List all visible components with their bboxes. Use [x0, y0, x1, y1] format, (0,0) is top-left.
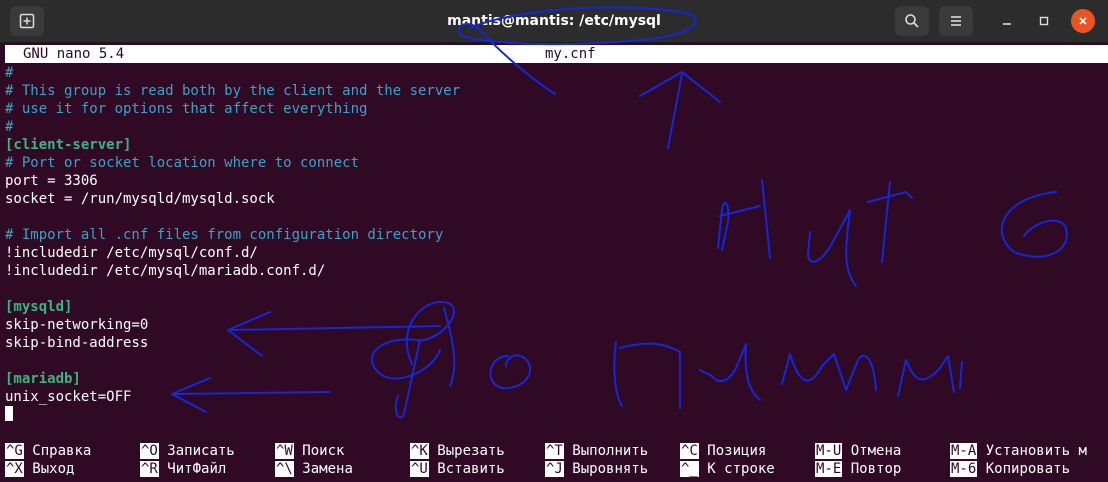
terminal-window: mantis@mantis: /etc/mysql GNU nano 5.4 m…: [0, 0, 1108, 482]
editor-line: skip-networking=0: [5, 317, 149, 333]
maximize-button[interactable]: [1031, 8, 1057, 34]
shortcut-key: ^O: [140, 443, 159, 459]
editor-line: #: [5, 65, 14, 81]
new-tab-button[interactable]: [10, 6, 44, 36]
editor-line: # use it for options that affect everyth…: [5, 101, 368, 117]
shortcut-label: Справка: [32, 443, 92, 459]
shortcut-key: ^R: [140, 461, 159, 477]
editor-text-area[interactable]: # # This group is read both by the client…: [5, 64, 1105, 424]
cursor-line: [5, 406, 1105, 424]
search-icon: [905, 14, 919, 28]
shortcut-label: Повтор: [850, 461, 902, 477]
shortcut-item[interactable]: ^\ Замена: [275, 460, 353, 478]
search-button[interactable]: [895, 6, 929, 36]
shortcut-key: M-A: [950, 443, 978, 459]
shortcut-key: ^U: [410, 461, 429, 477]
shortcut-key: ^J: [545, 461, 564, 477]
shortcut-key: ^K: [410, 443, 429, 459]
shortcut-item[interactable]: ^R ЧитФайл: [140, 460, 226, 478]
editor-line: # This group is read both by the client …: [5, 83, 461, 99]
shortcut-label: Установить м: [985, 443, 1087, 459]
editor-line: # Port or socket location where to conne…: [5, 155, 360, 171]
shortcut-key: ^G: [5, 443, 24, 459]
shortcut-item[interactable]: ^J Выровнять: [545, 460, 648, 478]
shortcut-item[interactable]: ^O Записать: [140, 442, 235, 460]
shortcut-label: Вставить: [437, 461, 505, 477]
shortcut-label: К строке: [707, 461, 775, 477]
shortcut-label: Вырезать: [437, 443, 505, 459]
shortcut-label: Копировать: [985, 461, 1071, 477]
editor-line: [client-server]: [5, 137, 132, 153]
close-button[interactable]: [1071, 9, 1095, 33]
shortcut-item[interactable]: M-E Повтор: [815, 460, 901, 478]
shortcut-key: M-U: [815, 443, 843, 459]
nano-version: GNU nano 5.4: [23, 46, 125, 62]
editor-line: [mariadb]: [5, 371, 81, 387]
shortcut-key: ^X: [5, 461, 24, 477]
shortcut-key: M-6: [950, 461, 978, 477]
shortcut-item[interactable]: ^G Справка: [5, 442, 91, 460]
nano-header-bar: GNU nano 5.4 my.cnf: [5, 45, 1108, 63]
shortcut-key: M-E: [815, 461, 843, 477]
shortcut-key: ^T: [545, 443, 564, 459]
shortcut-item[interactable]: ^C Позиция: [680, 442, 766, 460]
shortcut-item[interactable]: ^_ К строке: [680, 460, 775, 478]
editor-line: [mysqld]: [5, 299, 73, 315]
editor-line: !includedir /etc/mysql/conf.d/: [5, 245, 258, 261]
shortcut-item[interactable]: M-6 Копировать: [950, 460, 1070, 478]
text-cursor: [5, 406, 13, 421]
maximize-icon: [1039, 16, 1049, 26]
window-title: mantis@mantis: /etc/mysql: [447, 13, 661, 29]
shortcut-key: ^C: [680, 443, 699, 459]
shortcut-label: Замена: [302, 461, 353, 477]
minimize-button[interactable]: [994, 8, 1020, 34]
shortcut-label: Выход: [32, 461, 75, 477]
shortcut-label: Выполнить: [572, 443, 649, 459]
shortcut-bar: ^G Справка ^O Записать ^W Поиск ^K Вырезать…: [5, 442, 1108, 478]
editor-line: skip-bind-address: [5, 335, 149, 351]
menu-button[interactable]: [939, 6, 973, 36]
shortcut-item[interactable]: ^X Выход: [5, 460, 74, 478]
shortcut-item[interactable]: M-A Установить м: [950, 442, 1087, 460]
editor-line: port = 3306: [5, 173, 98, 189]
shortcut-item[interactable]: ^K Вырезать: [410, 442, 505, 460]
editor-line: socket = /run/mysqld/mysqld.sock: [5, 191, 275, 207]
shortcut-key: ^\: [275, 461, 294, 477]
file-name: my.cnf: [545, 46, 596, 62]
shortcut-label: Позиция: [707, 443, 767, 459]
shortcut-label: Записать: [167, 443, 235, 459]
editor-line: unix_socket=OFF: [5, 389, 132, 405]
hamburger-menu-icon: [951, 16, 961, 26]
shortcut-key: ^_: [680, 461, 699, 477]
shortcut-label: Поиск: [302, 443, 345, 459]
shortcut-label: Выровнять: [572, 461, 649, 477]
close-icon: [1079, 17, 1087, 25]
editor-line: #: [5, 119, 14, 135]
editor-line: !includedir /etc/mysql/mariadb.conf.d/: [5, 263, 326, 279]
editor-line: # Import all .cnf files from configurati…: [5, 227, 444, 243]
shortcut-item[interactable]: ^U Вставить: [410, 460, 505, 478]
minimize-icon: [1003, 23, 1011, 25]
shortcut-key: ^W: [275, 443, 294, 459]
shortcut-label: Отмена: [850, 443, 902, 459]
shortcut-item[interactable]: ^W Поиск: [275, 442, 344, 460]
shortcut-label: ЧитФайл: [167, 461, 227, 477]
new-tab-icon: [19, 13, 35, 29]
shortcut-item[interactable]: ^T Выполнить: [545, 442, 648, 460]
title-bar: mantis@mantis: /etc/mysql: [0, 0, 1108, 43]
shortcut-item[interactable]: M-U Отмена: [815, 442, 901, 460]
